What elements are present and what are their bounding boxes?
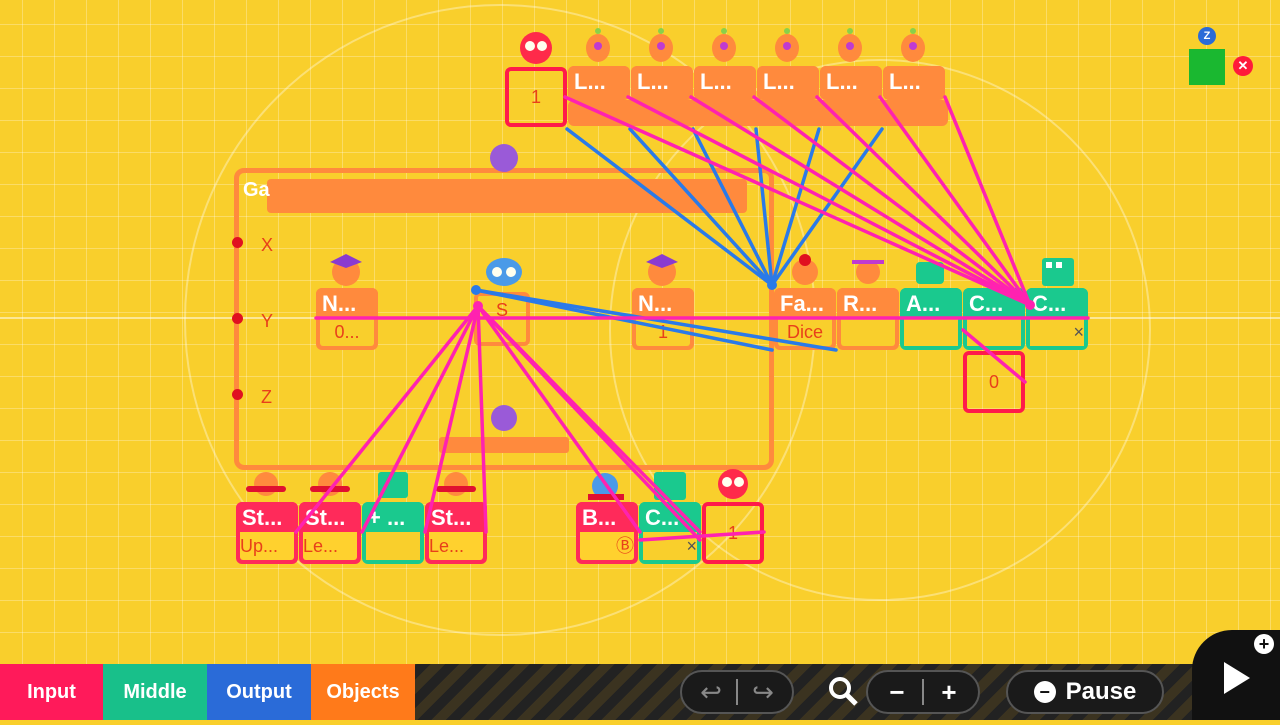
- programming-canvas[interactable]: Ga X Y Z 1 L... L... L... L... L... L...: [0, 0, 1280, 664]
- tab-middle[interactable]: Middle: [103, 664, 207, 720]
- tab-objects[interactable]: Objects: [311, 664, 415, 720]
- close-icon[interactable]: ✕: [1233, 56, 1253, 76]
- undo-icon[interactable]: ↩: [686, 677, 736, 708]
- pause-label: Pause: [1065, 678, 1137, 705]
- minus-circle-icon: −: [1033, 681, 1056, 703]
- tab-output[interactable]: Output: [207, 664, 311, 720]
- add-icon[interactable]: +: [1254, 634, 1274, 654]
- play-button[interactable]: +: [1192, 630, 1280, 720]
- tab-input[interactable]: Input: [0, 664, 103, 720]
- z-badge: Z: [1198, 27, 1216, 45]
- zoom-icon: [828, 676, 858, 706]
- connection-wires: [294, 95, 1090, 542]
- zoom-in-button[interactable]: +: [924, 677, 974, 708]
- camera-object[interactable]: [1189, 49, 1225, 85]
- redo-icon[interactable]: ↪: [738, 677, 788, 708]
- zoom-group: − +: [866, 670, 980, 714]
- pause-button[interactable]: − Pause: [1006, 670, 1164, 714]
- undo-redo-group: ↩ ↪: [680, 670, 794, 714]
- zoom-out-button[interactable]: −: [872, 677, 922, 708]
